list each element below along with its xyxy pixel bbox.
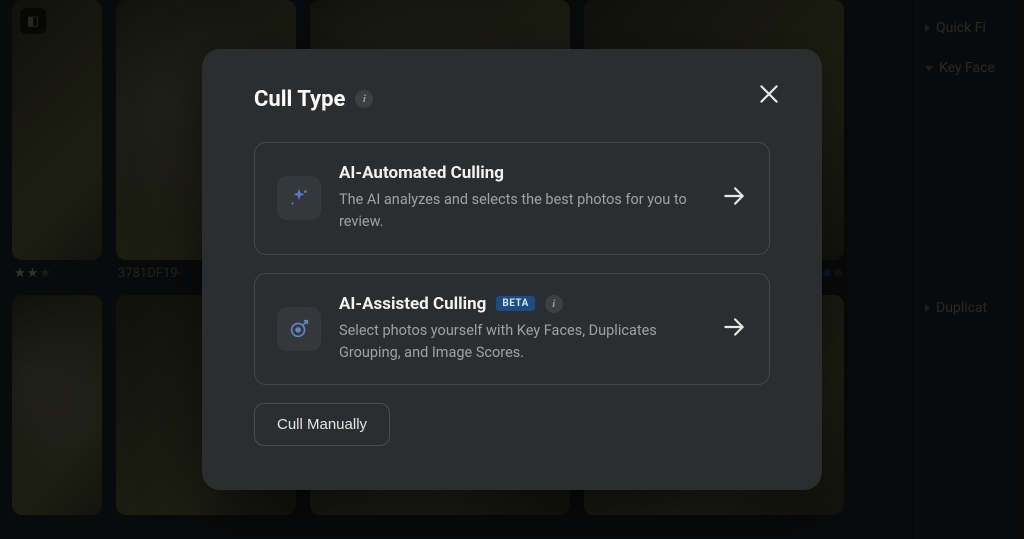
close-icon (756, 81, 782, 107)
sparkle-icon (277, 176, 321, 220)
cull-manually-button[interactable]: Cull Manually (254, 403, 390, 446)
option-description: The AI analyzes and selects the best pho… (339, 189, 699, 234)
target-icon (277, 307, 321, 351)
option-ai-assisted[interactable]: AI-Assisted Culling BETA i Select photos… (254, 273, 770, 386)
arrow-right-icon (721, 183, 747, 213)
modal-overlay: Cull Type i AI-Automated Culling The (0, 0, 1024, 539)
modal-title: Cull Type (254, 87, 345, 112)
info-icon[interactable]: i (545, 295, 563, 313)
beta-badge: BETA (496, 296, 535, 311)
option-description: Select photos yourself with Key Faces, D… (339, 320, 699, 365)
option-ai-automated[interactable]: AI-Automated Culling The AI analyzes and… (254, 142, 770, 255)
info-icon[interactable]: i (355, 90, 373, 108)
option-text: AI-Automated Culling The AI analyzes and… (339, 163, 703, 234)
cull-type-modal: Cull Type i AI-Automated Culling The (202, 49, 822, 491)
option-text: AI-Assisted Culling BETA i Select photos… (339, 294, 703, 365)
close-button[interactable] (756, 81, 782, 107)
option-title: AI-Assisted Culling (339, 294, 486, 314)
arrow-right-icon (721, 314, 747, 344)
option-title: AI-Automated Culling (339, 163, 504, 183)
modal-header: Cull Type i (254, 87, 770, 112)
